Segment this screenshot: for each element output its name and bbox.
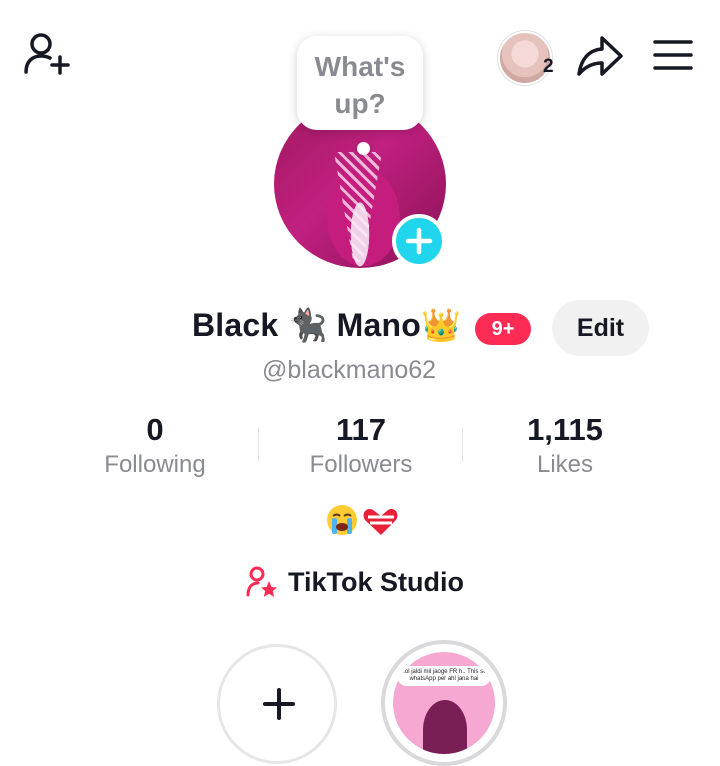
crying-heart-emoji-icon: [327, 505, 398, 535]
status-bubble[interactable]: What's up?: [297, 36, 423, 130]
story-item[interactable]: ..ol jaldi mil jaoge FR h.. This se what…: [381, 640, 507, 766]
tiktok-studio-link[interactable]: TikTok Studio: [246, 562, 464, 602]
bio: 😭❤️‍🩹: [326, 502, 398, 538]
share-arrow-icon: [577, 36, 623, 76]
stat-value: 0: [146, 412, 164, 447]
story-thumbnail: ..ol jaldi mil jaoge FR h.. This se what…: [393, 652, 495, 754]
share-button[interactable]: [574, 32, 626, 80]
status-bubble-tail: [357, 142, 370, 155]
display-name: Black 🐈‍⬛ Mano👑: [192, 307, 462, 343]
add-story-button[interactable]: [217, 644, 337, 764]
creator-star-icon: [246, 566, 277, 597]
hamburger-menu-icon: [653, 40, 693, 70]
avatar-add-button[interactable]: [392, 214, 446, 268]
stat-value: 117: [335, 412, 386, 447]
stat-label: Following: [104, 451, 206, 478]
stat-value: 1,115: [527, 412, 603, 447]
menu-button[interactable]: [650, 36, 696, 74]
username: @blackmano62: [262, 356, 437, 384]
add-friend-button[interactable]: [18, 30, 74, 80]
edit-profile-button[interactable]: Edit: [552, 300, 649, 356]
stat-following[interactable]: 0 Following: [65, 412, 245, 482]
notification-badge[interactable]: 9+: [475, 313, 531, 345]
stat-label: Likes: [536, 451, 594, 478]
stat-divider: [258, 428, 259, 462]
stat-label: Followers: [309, 451, 413, 478]
stat-divider: [462, 428, 463, 462]
tiktok-studio-label: TikTok Studio: [288, 566, 465, 597]
stat-likes[interactable]: 1,115 Likes: [475, 412, 655, 482]
person-plus-icon: [24, 33, 70, 75]
status-bubble-text: What's up?: [314, 51, 406, 119]
plus-icon: [263, 688, 295, 720]
story-caption: ..ol jaldi mil jaoge FR h.. This se what…: [397, 666, 491, 686]
story-figure: [423, 700, 467, 754]
plus-icon: [405, 227, 433, 255]
stat-followers[interactable]: 117 Followers: [271, 412, 451, 482]
profile-viewers-count: 2: [543, 56, 554, 77]
